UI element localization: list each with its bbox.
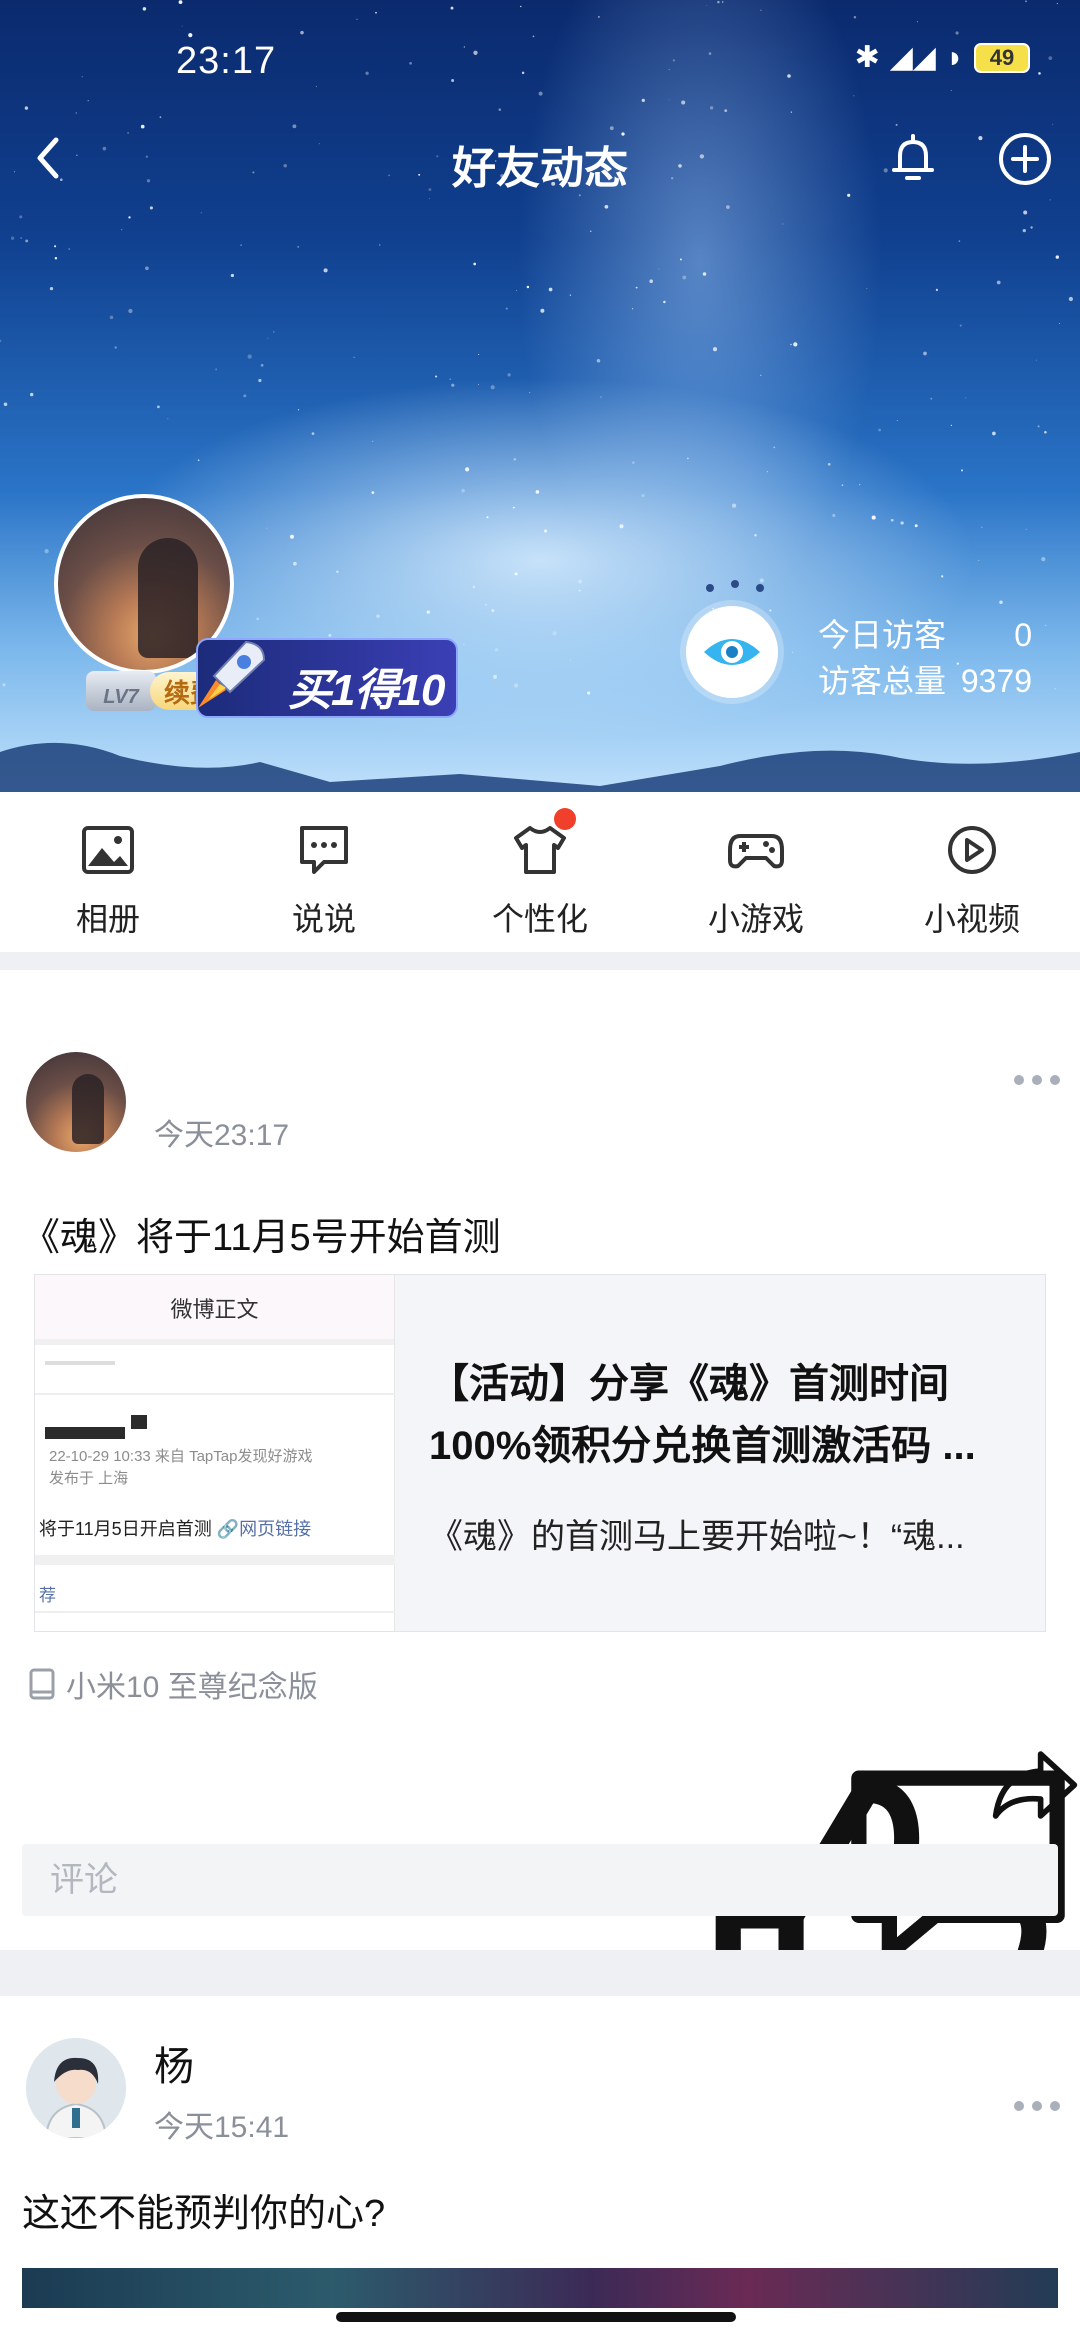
feature-games[interactable]: 小游戏 <box>648 792 864 952</box>
cover-background: 23:17 ✱ ◢◢ ◗ 49 好友动态 LV7 续费 买1得10 今日访客 0… <box>0 0 1080 792</box>
promo-banner[interactable]: 买1得10 <box>196 638 458 718</box>
post-time: 今天23:17 <box>154 1119 290 1152</box>
post-time: 今天15:41 <box>154 2111 290 2144</box>
share-icon[interactable] <box>990 1740 1080 1830</box>
post-avatar[interactable] <box>26 2038 126 2138</box>
thumb-header: 微博正文 <box>35 1275 394 1345</box>
signal-icon: ◢◢ <box>889 41 936 74</box>
visitors-total-label: 访客总量 <box>818 663 947 699</box>
gamepad-icon <box>728 834 784 869</box>
add-circle-icon[interactable] <box>992 126 1058 192</box>
thumb-footer: 荐 <box>39 1586 56 1605</box>
status-time: 23:17 <box>176 40 277 82</box>
more-options-icon[interactable] <box>1014 1070 1060 1090</box>
feature-label: 说说 <box>291 901 356 937</box>
post-image[interactable] <box>22 2268 1058 2308</box>
visitor-eye-button[interactable] <box>686 606 778 698</box>
feature-videos[interactable]: 小视频 <box>864 792 1080 952</box>
status-bar: 23:17 ✱ ◢◢ ◗ 49 <box>0 0 1080 120</box>
chat-bubble-icon <box>300 826 348 874</box>
feature-shuoshuo[interactable]: 说说 <box>216 792 432 952</box>
feature-album[interactable]: 相册 <box>0 792 216 952</box>
card-title: 【活动】分享《魂》首测时间 100%领积分兑换首测激活码 ... <box>429 1362 976 1468</box>
card-description: 《魂》的首测马上要开始啦~！“魂... <box>429 1518 965 1556</box>
promo-label: 买1得10 <box>288 666 445 715</box>
feed-post: 今天23:17 《魂》将于11月5号开始首测 微博正文 22-10-29 10:… <box>0 970 1080 2105</box>
feed-post: 杨 今天15:41 这还不能预判你的心? <box>0 1996 1080 2340</box>
post-text: 这还不能预判你的心? <box>22 2193 386 2235</box>
feature-label: 相册 <box>75 901 140 937</box>
device-info: 小米10 至尊纪念版 <box>28 1662 318 1706</box>
thumb-meta: 22-10-29 10:33 来自 TapTap发现好游戏 <box>49 1448 313 1465</box>
visitors-today-value: 0 <box>1014 617 1032 653</box>
bell-icon[interactable] <box>880 126 946 192</box>
phone-icon <box>29 1668 55 1700</box>
feature-label: 小视频 <box>923 901 1020 937</box>
thumb-location: 发布于 上海 <box>49 1470 129 1487</box>
nav-bar: 好友动态 <box>0 112 1080 202</box>
feature-bar: 相册 说说 个性化 小游戏 小视频 <box>0 792 1080 952</box>
section-divider <box>0 952 1080 970</box>
anime-avatar-image <box>26 2038 126 2138</box>
status-icons: ✱ ◢◢ ◗ 49 <box>855 40 1030 75</box>
notification-dot <box>554 808 576 830</box>
qzone-friend-feed: 23:17 ✱ ◢◢ ◗ 49 好友动态 LV7 续费 买1得10 今日访客 0… <box>0 0 1080 2340</box>
eye-icon <box>704 639 760 665</box>
visitors-total-value: 9379 <box>960 663 1032 699</box>
feature-label: 个性化 <box>491 901 588 937</box>
post-text: 《魂》将于11月5号开始首测 <box>22 1217 501 1259</box>
section-divider <box>0 1950 1080 1996</box>
visitors-today-label: 今日访客 <box>818 617 947 653</box>
comment-input[interactable]: 评论 <box>22 1844 1058 1916</box>
mountain-silhouette <box>0 742 1080 792</box>
thumb-link: 🔗网页链接 <box>216 1519 312 1539</box>
more-options-icon[interactable] <box>1014 2096 1060 2116</box>
photo-album-icon <box>82 826 134 874</box>
bluetooth-icon: ✱ <box>854 41 880 74</box>
dots-decoration <box>706 580 764 592</box>
play-icon <box>948 826 996 874</box>
level-badge: LV7 <box>86 671 156 711</box>
thumb-line: 将于11月5日开启首测 🔗网页链接 <box>39 1519 312 1539</box>
link-card[interactable]: 微博正文 22-10-29 10:33 来自 TapTap发现好游戏 发布于 上… <box>34 1274 1046 1632</box>
card-thumbnail: 微博正文 22-10-29 10:33 来自 TapTap发现好游戏 发布于 上… <box>35 1275 395 1631</box>
home-indicator[interactable] <box>336 2312 736 2322</box>
feature-personalize[interactable]: 个性化 <box>432 792 648 952</box>
post-author[interactable]: 杨 <box>154 2034 194 2092</box>
device-label: 小米10 至尊纪念版 <box>66 1671 318 1704</box>
post-avatar[interactable] <box>26 1052 126 1152</box>
wifi-icon: ◗ <box>945 40 964 74</box>
visitor-stats[interactable]: 今日访客 0 访客总量 9379 <box>818 612 1032 704</box>
feature-label: 小游戏 <box>707 901 804 937</box>
rocket-icon <box>198 640 266 708</box>
battery-icon: 49 <box>974 42 1030 73</box>
